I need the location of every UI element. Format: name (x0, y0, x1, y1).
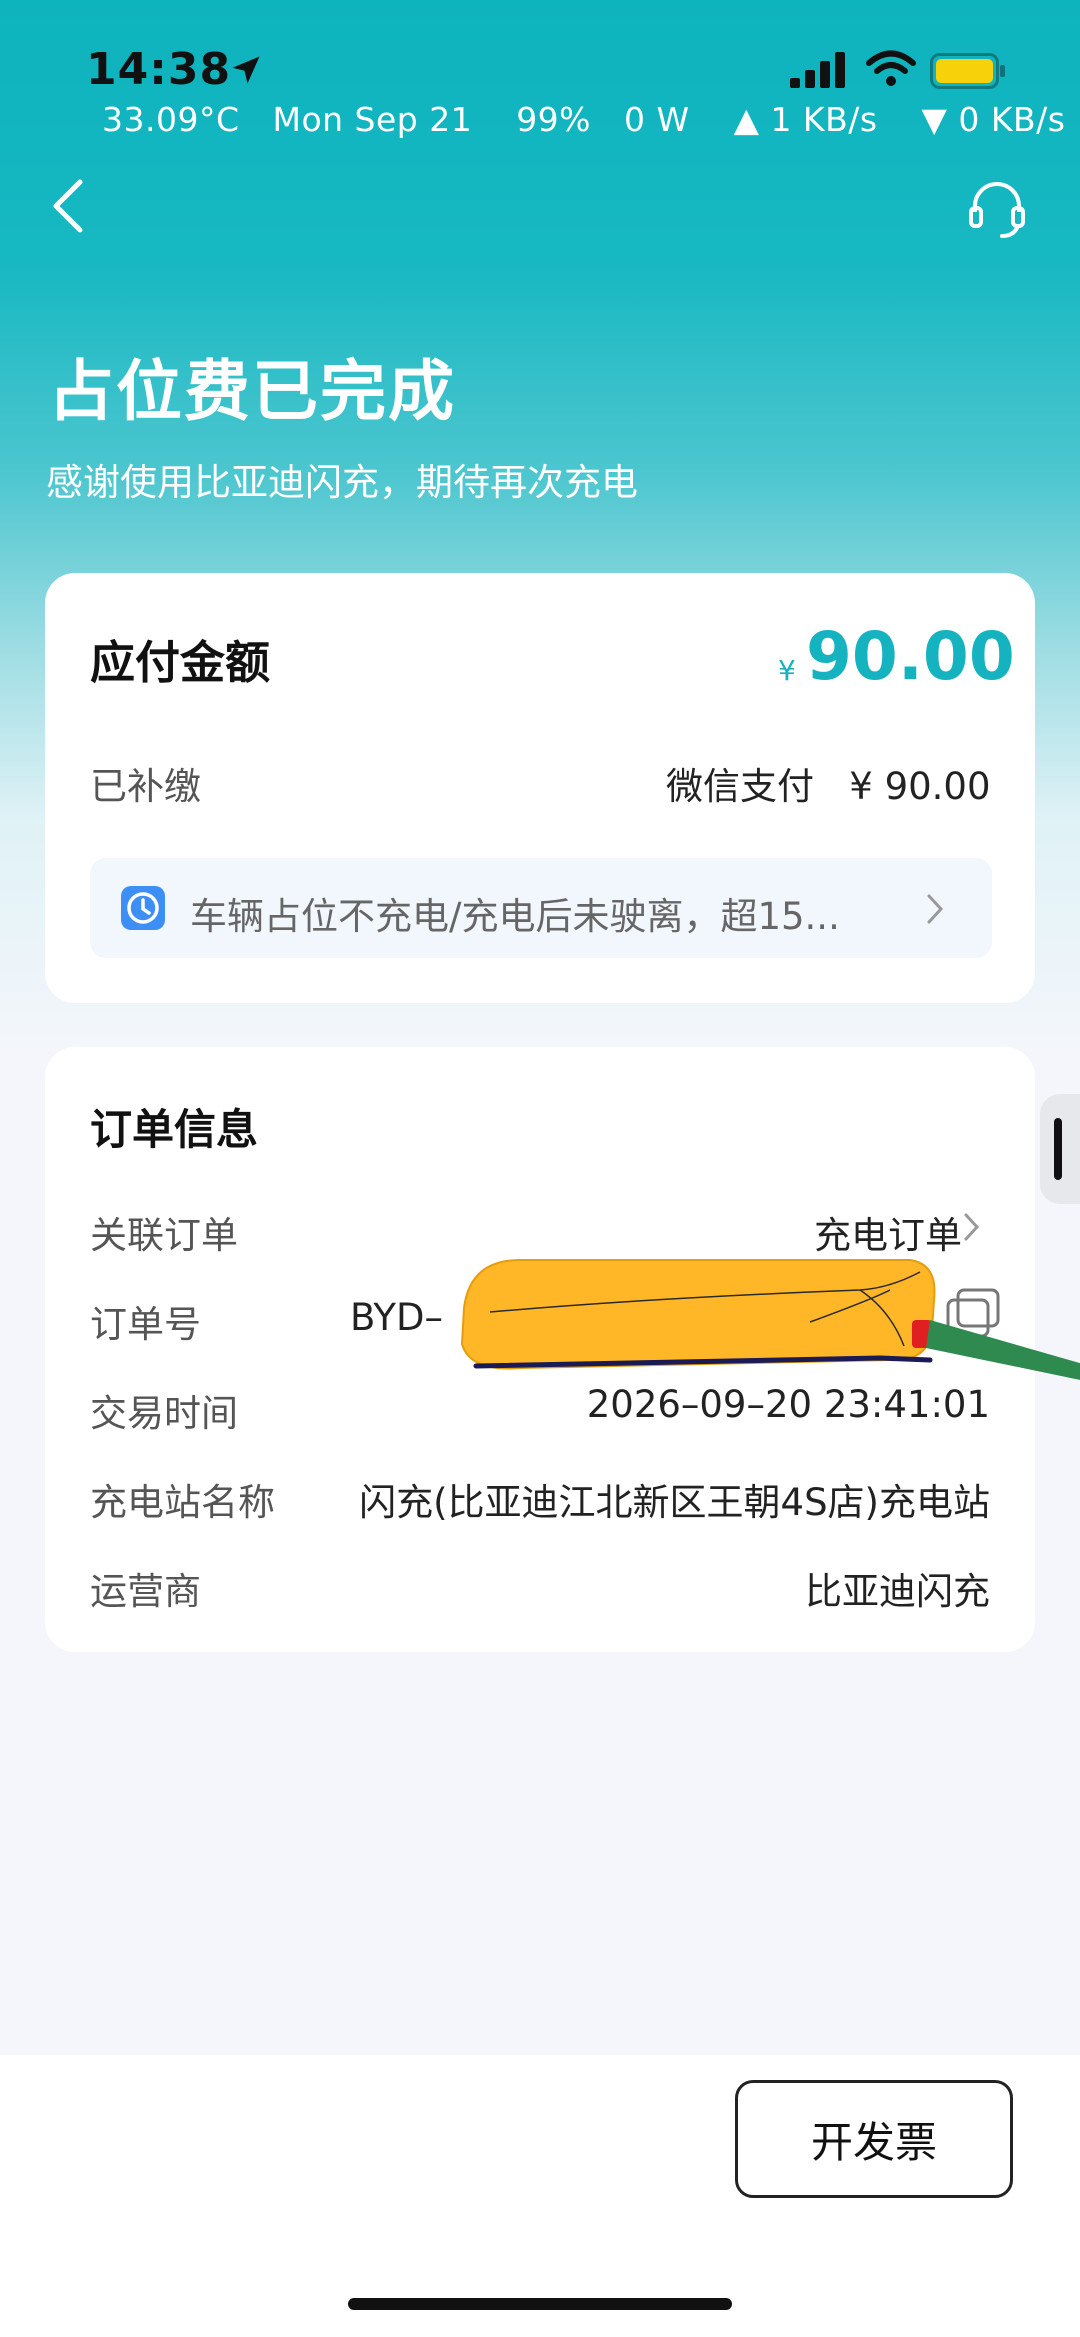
station-name-value: 闪充(比亚迪江北新区王朝4S店)充电站 (359, 1481, 990, 1524)
operator-value: 比亚迪闪充 (805, 1570, 990, 1613)
status-time: 14:38 (86, 44, 232, 95)
location-arrow-icon (232, 56, 260, 84)
operator-label: 运营商 (90, 1570, 201, 1613)
paid-method-value: 微信支付 ¥ 90.00 (666, 765, 991, 808)
customer-service-headset-icon[interactable] (966, 178, 1028, 240)
amount-currency: ¥ (778, 654, 796, 687)
station-name-label: 充电站名称 (90, 1481, 275, 1524)
order-number-value: BYD– (350, 1296, 443, 1339)
page-subtitle: 感谢使用比亚迪闪充，期待再次充电 (46, 461, 638, 504)
transaction-time-label: 交易时间 (90, 1392, 238, 1435)
issue-invoice-button[interactable]: 开发票 (735, 2080, 1013, 2198)
page-title: 占位费已完成 (48, 353, 456, 430)
amount-due-label: 应付金额 (90, 636, 271, 689)
scroll-handle-bar (1054, 1118, 1062, 1180)
notice-text: 车辆占位不充电/充电后未驶离，超15... (190, 895, 840, 938)
related-order-label: 关联订单 (90, 1214, 238, 1257)
home-indicator[interactable] (348, 2298, 732, 2310)
paid-status-label: 已补缴 (90, 765, 201, 808)
cell-signal-icon (790, 52, 845, 88)
back-icon[interactable] (46, 178, 90, 234)
redaction-crayon-scribble (460, 1259, 1080, 1380)
clock-icon (121, 886, 165, 930)
amount-due-value: 90.00 (806, 618, 1015, 695)
status-info: 33.09°C Mon Sep 21 99% 0 W ▲ 1 KB/s ▼ 0 … (102, 100, 1066, 139)
chevron-right-icon (927, 894, 944, 924)
chevron-right-icon (964, 1213, 980, 1241)
wifi-icon (866, 50, 916, 86)
battery-icon (930, 53, 1005, 89)
order-info-title: 订单信息 (90, 1105, 259, 1154)
order-number-label: 订单号 (90, 1303, 201, 1346)
